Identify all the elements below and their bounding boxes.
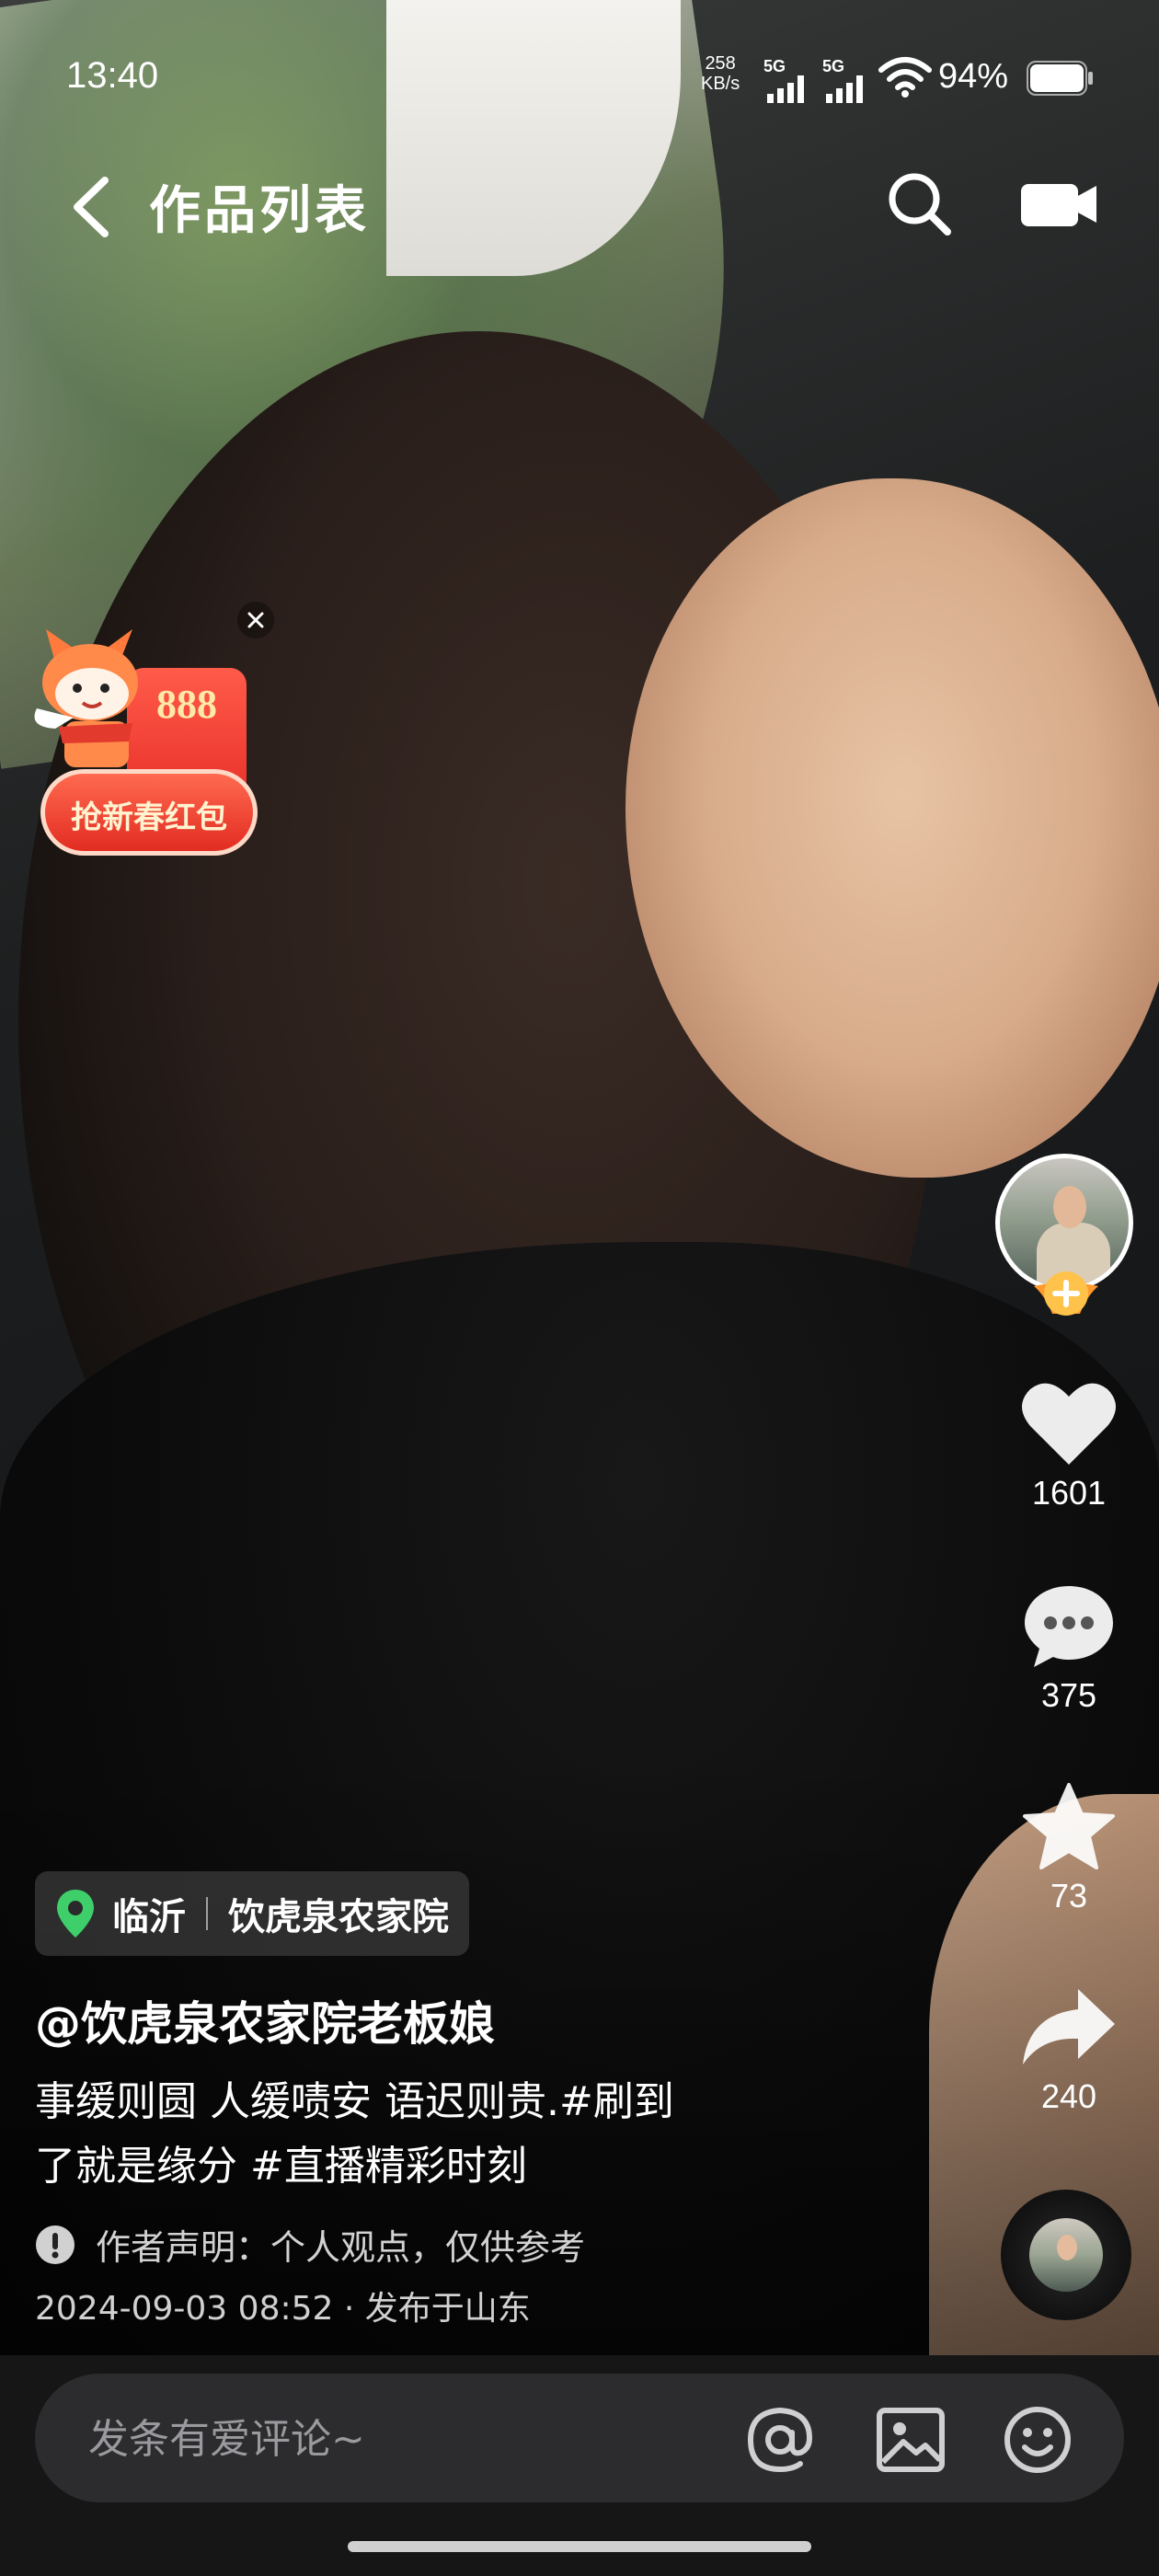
comment-bar — [35, 2374, 1124, 2502]
favorite-count: 73 — [1050, 1877, 1088, 1915]
video-camera-icon[interactable] — [1021, 178, 1098, 230]
top-nav: 作品列表 — [0, 156, 1159, 248]
red-packet-widget[interactable]: 888 抢新春红包 — [13, 626, 261, 874]
sim1-label: 5G — [763, 57, 786, 75]
music-cover — [1029, 2218, 1103, 2292]
image-icon[interactable] — [876, 2405, 946, 2475]
caption-line-2: 了就是缘分 #直播精彩时刻 — [35, 2143, 527, 2190]
like-count: 1601 — [1031, 1474, 1107, 1512]
grab-red-packet-button[interactable]: 抢新春红包 — [40, 769, 258, 856]
share-count: 240 — [1040, 2077, 1097, 2115]
author-avatar-group[interactable] — [993, 1154, 1144, 1328]
share-button[interactable]: 240 — [1003, 1984, 1135, 2116]
location-tag[interactable]: 临沂 饮虎泉农家院 — [35, 1871, 469, 1956]
favorite-button[interactable]: 73 — [1003, 1783, 1135, 1915]
comment-count: 375 — [1040, 1676, 1097, 1714]
at-mention-icon[interactable] — [745, 2405, 815, 2475]
chevron-left-icon[interactable] — [64, 175, 120, 239]
signal-icon-sim1: 5G — [763, 57, 819, 103]
page-title: 作品列表 — [149, 181, 370, 241]
music-cover-face — [1057, 2235, 1077, 2260]
music-disc[interactable] — [1001, 2190, 1131, 2320]
mascot-icon — [34, 629, 138, 767]
comment-bubble-icon — [1025, 1586, 1113, 1667]
author-name[interactable]: @饮虎泉农家院老板娘 — [35, 1987, 495, 2053]
disclaimer-text: 作者声明：个人观点，仅供参考 — [96, 2227, 586, 2268]
location-city: 临沂 — [112, 1896, 186, 1938]
grab-red-packet-label: 抢新春红包 — [71, 799, 227, 836]
author-disclaimer: 作者声明：个人观点，仅供参考 — [35, 2219, 585, 2270]
sim2-label: 5G — [822, 57, 845, 75]
battery-percent: 94% — [938, 57, 1009, 96]
location-divider — [206, 1897, 208, 1930]
battery-icon — [1027, 61, 1093, 96]
publish-meta: 2024-09-03 08:52 · 发布于山东 — [35, 2290, 531, 2328]
exclamation-circle-icon — [36, 2225, 75, 2264]
heart-icon — [1022, 1383, 1116, 1465]
network-speed: 258 KB/s — [701, 53, 740, 94]
caption-line-1: 事缓则圆 人缓啧安 语迟则贵.#刷到 — [35, 2078, 674, 2125]
location-place: 饮虎泉农家院 — [228, 1896, 449, 1938]
network-speed-value: 258 — [705, 53, 736, 74]
video-caption[interactable]: 事缓则圆 人缓啧安 语迟则贵.#刷到 了就是缘分 #直播精彩时刻 — [35, 2070, 789, 2199]
status-bar: 13:40 258 KB/s 5G 5G 94% — [0, 0, 1159, 147]
home-indicator[interactable] — [348, 2541, 811, 2552]
comment-input[interactable] — [86, 2410, 734, 2467]
location-pin-icon — [57, 1890, 94, 1938]
wifi-icon — [878, 57, 932, 98]
status-time: 13:40 — [66, 55, 159, 96]
signal-icon-sim2: 5G — [822, 57, 878, 103]
avatar-face — [1053, 1186, 1086, 1228]
share-arrow-icon — [1023, 1989, 1115, 2064]
star-icon — [1023, 1783, 1115, 1869]
search-icon[interactable] — [885, 169, 953, 237]
like-button[interactable]: 1601 — [1003, 1380, 1135, 1512]
emoji-icon[interactable] — [1003, 2405, 1073, 2475]
comment-button[interactable]: 375 — [1003, 1582, 1135, 1715]
network-speed-unit: KB/s — [701, 74, 740, 94]
follow-plus-icon[interactable] — [1032, 1268, 1100, 1321]
